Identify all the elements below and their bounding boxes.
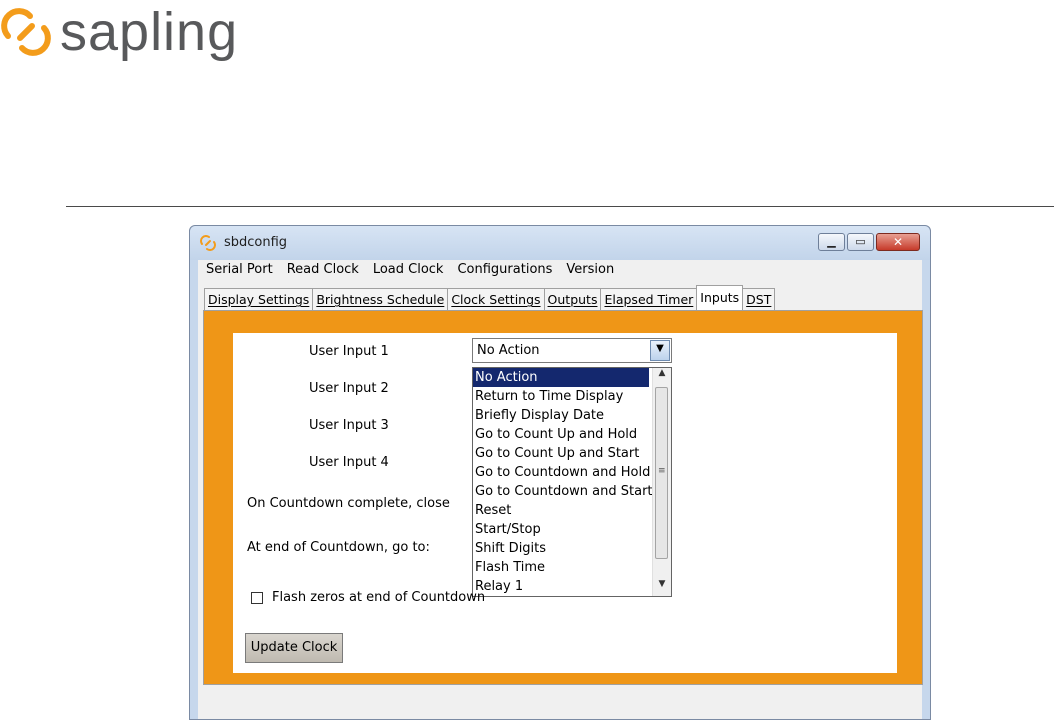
dropdown-option[interactable]: Shift Digits [473, 539, 671, 558]
app-window: sbdconfig ▁ ▭ ✕ Serial Port Read Clock L… [189, 225, 931, 720]
dropdown-option[interactable]: Relay 1 [473, 577, 671, 596]
dropdown-option[interactable]: Briefly Display Date [473, 406, 671, 425]
menu-configurations[interactable]: Configurations [450, 260, 559, 280]
dropdown-option[interactable]: Go to Count Up and Hold [473, 425, 671, 444]
menu-version[interactable]: Version [559, 260, 621, 280]
tab-clock-settings[interactable]: Clock Settings [447, 288, 545, 311]
dropdown-option[interactable]: Start/Stop [473, 520, 671, 539]
dropdown-option[interactable]: Reset [473, 501, 671, 520]
dropdown-option[interactable]: Go to Countdown and Start [473, 482, 671, 501]
tab-inputs[interactable]: Inputs [696, 285, 744, 311]
flash-zeros-checkbox[interactable] [251, 592, 263, 604]
inputs-panel: User Input 1 User Input 2 User Input 3 U… [203, 310, 923, 685]
maximize-icon: ▭ [855, 235, 866, 248]
flash-zeros-label: Flash zeros at end of Countdown [272, 590, 486, 605]
user-input-4-label: User Input 4 [309, 455, 389, 470]
maximize-button[interactable]: ▭ [847, 233, 874, 251]
window-controls: ▁ ▭ ✕ [816, 233, 920, 251]
tab-elapsed-timer[interactable]: Elapsed Timer [600, 288, 698, 311]
dropdown-button[interactable]: ▼ [650, 340, 670, 361]
menu-serial-port[interactable]: Serial Port [198, 260, 280, 280]
menu-load-clock[interactable]: Load Clock [366, 260, 451, 280]
close-button[interactable]: ✕ [876, 233, 920, 251]
dropdown-option[interactable]: Go to Count Up and Start [473, 444, 671, 463]
update-clock-button[interactable]: Update Clock [245, 633, 343, 663]
dropdown-scrollbar[interactable]: ▲ ≡ ▼ [652, 368, 671, 596]
grip-icon: ≡ [658, 466, 666, 476]
menu-bar: Serial Port Read Clock Load Clock Config… [198, 260, 922, 280]
tab-display-settings[interactable]: Display Settings [204, 288, 314, 311]
scroll-down-icon[interactable]: ▼ [653, 579, 671, 596]
close-icon: ✕ [892, 235, 904, 249]
dropdown-option[interactable]: Flash Time [473, 558, 671, 577]
tab-brightness-schedule[interactable]: Brightness Schedule [312, 288, 449, 311]
user-input-1-label: User Input 1 [309, 344, 389, 359]
selected-value: No Action [477, 343, 540, 358]
window-client: Serial Port Read Clock Load Clock Config… [198, 260, 923, 719]
dropdown-option[interactable]: Return to Time Display [473, 387, 671, 406]
inputs-form: User Input 1 User Input 2 User Input 3 U… [233, 333, 897, 673]
divider [66, 206, 1054, 207]
tab-strip: Display Settings Brightness Schedule Clo… [204, 285, 776, 311]
sapling-logo-icon [1, 8, 51, 56]
title-bar[interactable]: sbdconfig ▁ ▭ ✕ [190, 226, 930, 260]
user-input-3-label: User Input 3 [309, 418, 389, 433]
tab-dst[interactable]: DST [742, 288, 776, 311]
user-input-1-select[interactable]: No Action ▼ [472, 338, 672, 363]
countdown-close-label: On Countdown complete, close [247, 496, 450, 511]
tab-outputs[interactable]: Outputs [543, 288, 602, 311]
dropdown-option[interactable]: No Action [473, 368, 649, 387]
user-input-2-label: User Input 2 [309, 381, 389, 396]
minimize-button[interactable]: ▁ [818, 233, 845, 251]
brand-name: sapling [60, 2, 239, 62]
chevron-down-icon: ▼ [656, 343, 664, 354]
minimize-icon: ▁ [827, 235, 836, 248]
scroll-up-icon[interactable]: ▲ [653, 368, 671, 385]
countdown-goto-label: At end of Countdown, go to: [247, 540, 430, 555]
scroll-thumb[interactable]: ≡ [655, 387, 668, 559]
sapling-app-icon [200, 235, 216, 251]
dropdown-list: No Action Return to Time Display Briefly… [472, 367, 672, 597]
dropdown-option[interactable]: Go to Countdown and Hold [473, 463, 671, 482]
sapling-brand: sapling [0, 4, 238, 60]
window-title: sbdconfig [224, 235, 288, 250]
menu-read-clock[interactable]: Read Clock [280, 260, 366, 280]
